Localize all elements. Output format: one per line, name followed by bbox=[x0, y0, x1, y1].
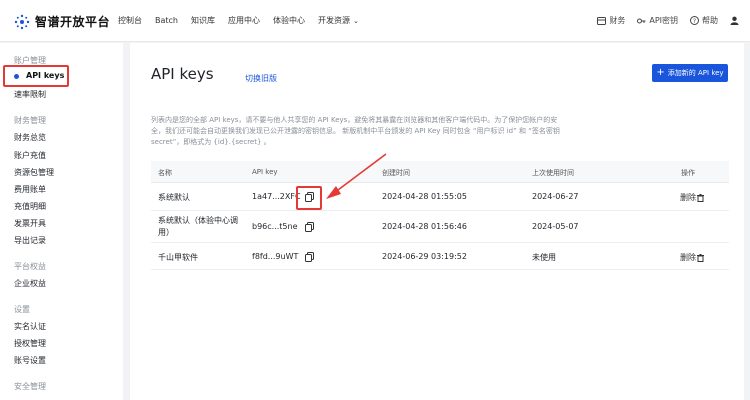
row-last-used: 未使用 bbox=[532, 253, 556, 262]
sidebar-item-recharge-details[interactable]: 充值明细 bbox=[14, 201, 46, 212]
delete-label: 删除 bbox=[680, 253, 696, 262]
help-label: 帮助 bbox=[702, 16, 718, 25]
sidebar-item-account-settings[interactable]: 账号设置 bbox=[14, 355, 46, 366]
help-link[interactable]: ? 帮助 bbox=[690, 15, 718, 26]
row-api-key: b96c...t5ne bbox=[252, 222, 298, 231]
nav-app-center[interactable]: 应用中心 bbox=[228, 15, 260, 26]
sidebar-item-export-records[interactable]: 导出记录 bbox=[14, 235, 46, 246]
row-api-key: 1a47...2XFC bbox=[252, 192, 301, 201]
sidebar-group-settings: 设置 bbox=[14, 305, 30, 314]
sidebar-item-finance-overview[interactable]: 财务总览 bbox=[14, 132, 46, 143]
add-api-key-button[interactable]: + 添加新的 API key bbox=[652, 64, 728, 82]
main-nav: 控制台 Batch 知识库 应用中心 体验中心 开发资源 ⌄ bbox=[118, 15, 372, 26]
sidebar-group-benefits: 平台权益 bbox=[14, 262, 46, 271]
api-key-label: API密钥 bbox=[649, 16, 678, 25]
sidebar-item-resource-packs[interactable]: 资源包管理 bbox=[14, 167, 54, 178]
user-avatar[interactable] bbox=[730, 16, 742, 25]
svg-text:?: ? bbox=[693, 18, 696, 25]
sidebar-group-finance: 财务管理 bbox=[14, 116, 46, 125]
nav-dev-resources[interactable]: 开发资源 ⌄ bbox=[318, 15, 359, 26]
row-created: 2024-04-28 01:56:46 bbox=[382, 222, 467, 231]
table-header: 名称 API key 创建时间 上次使用时间 操作 bbox=[151, 161, 729, 183]
logo-text: 智谱开放平台 bbox=[35, 15, 111, 29]
api-keys-table: 名称 API key 创建时间 上次使用时间 操作 系统默认 1a47...2X… bbox=[151, 161, 729, 271]
active-dot-icon bbox=[14, 74, 19, 79]
table-row: 系统默认（体验中心调用） b96c...t5ne 2024-04-28 01:5… bbox=[151, 211, 729, 243]
table-row: 千山甲软件 f8fd...9uWT 2024-06-29 03:19:52 未使… bbox=[151, 243, 729, 270]
row-last-used: 2024-06-27 bbox=[532, 192, 579, 201]
finance-link[interactable]: 财务 bbox=[597, 15, 625, 26]
copy-icon[interactable] bbox=[305, 222, 314, 232]
delete-label: 删除 bbox=[680, 193, 696, 202]
nav-knowledge-base[interactable]: 知识库 bbox=[191, 15, 215, 26]
sidebar-item-verification[interactable]: 实名认证 bbox=[14, 321, 46, 332]
nav-console[interactable]: 控制台 bbox=[118, 15, 142, 26]
table-row: 系统默认 1a47...2XFC 2024-04-28 01:55:05 202… bbox=[151, 183, 729, 211]
copy-highlight-box bbox=[296, 186, 322, 210]
sidebar-item-invoice[interactable]: 发票开具 bbox=[14, 218, 46, 229]
row-created: 2024-04-28 01:55:05 bbox=[382, 192, 467, 201]
finance-label: 财务 bbox=[609, 16, 626, 25]
column-header-created: 创建时间 bbox=[382, 169, 410, 177]
row-created: 2024-06-29 03:19:52 bbox=[382, 252, 467, 261]
nav-dev-resources-label: 开发资源 bbox=[318, 16, 350, 25]
add-api-key-label: 添加新的 API key bbox=[667, 69, 724, 77]
main-panel: API keys 切换旧版 + 添加新的 API key 列表内是您的全部 AP… bbox=[130, 43, 744, 400]
sidebar-item-enterprise-benefits[interactable]: 企业权益 bbox=[14, 278, 46, 289]
column-header-actions: 操作 bbox=[681, 169, 695, 177]
row-name: 系统默认 bbox=[158, 193, 190, 202]
page-title: API keys bbox=[151, 65, 214, 83]
sidebar-item-authorization[interactable]: 授权管理 bbox=[14, 338, 46, 349]
sidebar-item-label: API keys bbox=[26, 71, 65, 80]
row-name: 系统默认（体验中心调用） bbox=[158, 216, 238, 237]
copy-icon[interactable] bbox=[305, 252, 314, 262]
row-name: 千山甲软件 bbox=[158, 253, 198, 262]
top-right-menu: 财务 API密钥 ? 帮助 bbox=[585, 15, 742, 26]
help-icon: ? bbox=[690, 16, 699, 25]
sidebar-item-billing[interactable]: 费用账单 bbox=[14, 184, 46, 195]
column-header-api-key: API key bbox=[252, 168, 278, 176]
sidebar: 账户管理 API keys 速率限制 财务管理 财务总览 账户充值 资源包管理 … bbox=[0, 43, 123, 400]
row-last-used: 2024-05-07 bbox=[532, 222, 579, 231]
chevron-down-icon: ⌄ bbox=[353, 16, 359, 25]
key-icon bbox=[637, 18, 646, 23]
trash-icon bbox=[697, 193, 704, 202]
logo[interactable]: 智谱开放平台 bbox=[14, 13, 110, 30]
trash-icon bbox=[697, 253, 704, 262]
nav-batch[interactable]: Batch bbox=[155, 15, 178, 26]
sidebar-item-recharge[interactable]: 账户充值 bbox=[14, 150, 46, 161]
row-api-key: f8fd...9uWT bbox=[252, 252, 299, 261]
page-description: 列表内是您的全部 API keys，请不要与他人共享您的 API Keys，避免… bbox=[151, 116, 560, 146]
wallet-icon bbox=[597, 16, 607, 25]
delete-button[interactable]: 删除 bbox=[680, 192, 704, 203]
delete-button[interactable]: 删除 bbox=[680, 252, 704, 263]
sidebar-item-api-keys[interactable]: API keys bbox=[3, 65, 69, 87]
logo-icon bbox=[14, 14, 30, 29]
api-key-link[interactable]: API密钥 bbox=[637, 15, 678, 26]
user-icon bbox=[730, 16, 739, 25]
plus-icon: + bbox=[656, 67, 665, 78]
nav-experience-center[interactable]: 体验中心 bbox=[273, 15, 305, 26]
column-header-name: 名称 bbox=[158, 169, 172, 177]
sidebar-group-security: 安全管理 bbox=[14, 382, 46, 391]
column-header-last-used: 上次使用时间 bbox=[532, 169, 574, 177]
sidebar-item-rate-limit[interactable]: 速率限制 bbox=[14, 89, 46, 100]
switch-old-version-link[interactable]: 切换旧版 bbox=[245, 73, 277, 84]
top-navbar: 智谱开放平台 控制台 Batch 知识库 应用中心 体验中心 开发资源 ⌄ 财务… bbox=[0, 0, 750, 42]
